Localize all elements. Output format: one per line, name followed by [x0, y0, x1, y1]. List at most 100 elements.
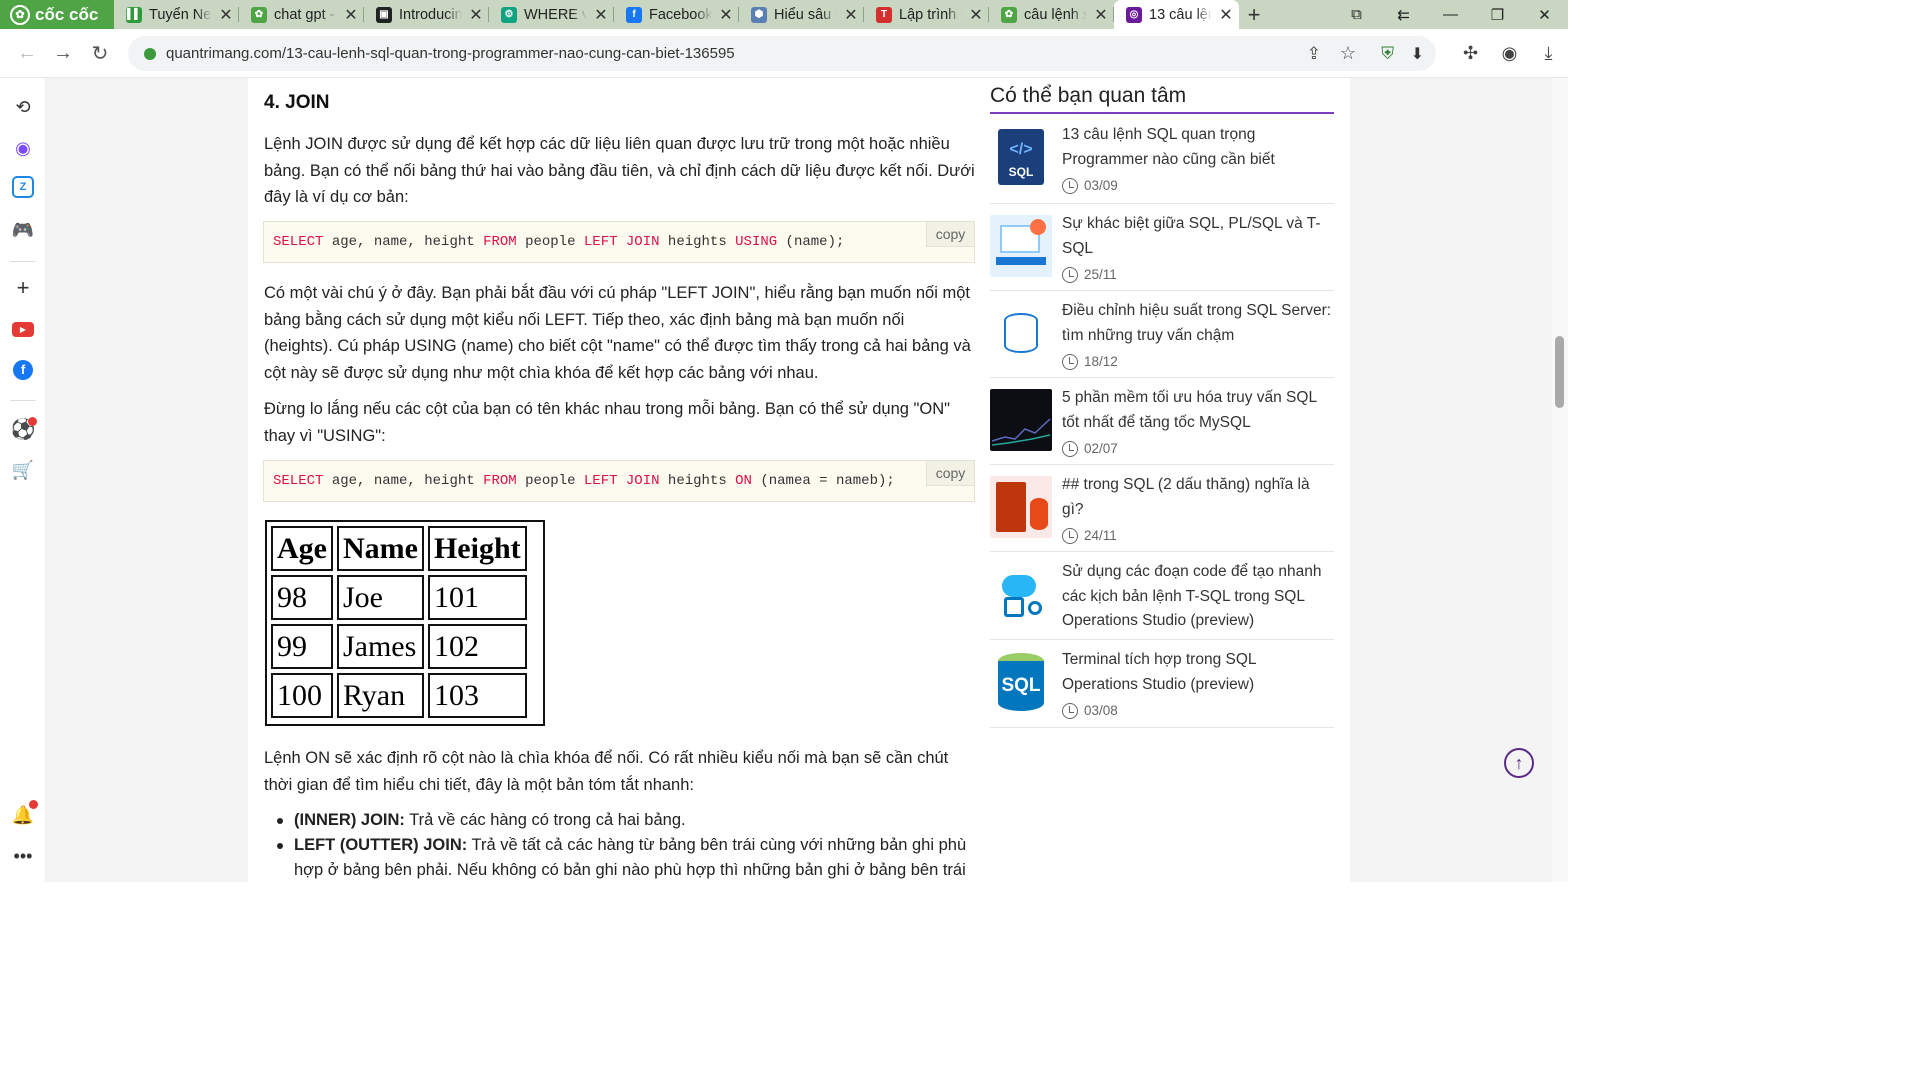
youtube-icon[interactable]: ▶: [10, 316, 36, 342]
paragraph: Lệnh JOIN được sử dụng để kết hợp các dữ…: [264, 135, 975, 206]
coccoc-menu-button[interactable]: ✿ cốc cốc: [0, 0, 114, 29]
related-article[interactable]: </> SQL 13 câu lệnh SQL quan trọng Program…: [990, 115, 1334, 204]
related-article-title[interactable]: Sự khác biệt giữa SQL, PL/SQL và T-SQL: [1062, 212, 1334, 261]
address-bar[interactable]: quantrimang.com/13-cau-lenh-sql-quan-tro…: [128, 36, 1436, 71]
tab-close-icon[interactable]: ✕: [1219, 5, 1233, 25]
scrollbar-thumb[interactable]: [1555, 336, 1564, 408]
browser-tab[interactable]: ✿ câu lệnh s ✕: [989, 0, 1114, 29]
scrollbar-track[interactable]: [1552, 78, 1568, 882]
scroll-to-top-button[interactable]: ↑: [1504, 748, 1534, 778]
related-article-title[interactable]: 13 câu lệnh SQL quan trọng Programmer nà…: [1062, 123, 1334, 172]
browser-tab[interactable]: ▣ Introducin ✕: [364, 0, 489, 29]
notification-dot: [28, 417, 37, 426]
tab-favicon-icon: ✿: [251, 6, 267, 23]
paragraph: Đừng lo lắng nếu các cột của bạn có tên …: [264, 400, 950, 445]
related-thumbnail[interactable]: [990, 389, 1052, 451]
browser-tab[interactable]: ⬢ Hiểu sâu v ✕: [739, 0, 864, 29]
history-icon[interactable]: ⟲: [10, 94, 36, 120]
related-article-title[interactable]: 5 phần mềm tối ưu hóa truy vấn SQL tốt n…: [1062, 386, 1334, 435]
share-icon[interactable]: ⇪: [1307, 44, 1321, 64]
back-button[interactable]: ←: [9, 35, 45, 71]
more-icon[interactable]: •••: [10, 843, 36, 869]
table-header-cell: Age: [271, 526, 333, 571]
savior-download-icon[interactable]: ⬇: [1411, 44, 1424, 64]
browser-tab[interactable]: T Lập trình t ✕: [864, 0, 989, 29]
paragraph: Lệnh ON sẽ xác định rõ cột nào là chìa k…: [264, 749, 949, 794]
close-window-button[interactable]: ✕: [1521, 0, 1568, 29]
tab-favicon-icon: ▣: [376, 6, 392, 23]
tab-favicon-icon: ⬢: [751, 6, 767, 23]
related-title: Có thể bạn quan tâm: [990, 84, 1187, 107]
code-block: SELECT age, name, height FROM people LEF…: [263, 221, 975, 263]
related-article-title[interactable]: Điều chỉnh hiệu suất trong SQL Server: t…: [1062, 299, 1334, 348]
table-cell: 102: [427, 624, 527, 669]
reload-button[interactable]: ↻: [82, 35, 118, 71]
tab-close-icon[interactable]: ✕: [969, 5, 983, 25]
tab-strip: ✿ cốc cốc ▌▌ Tuyển Nes ✕ ✿ chat gpt - ✕ ▣ Intro…: [0, 0, 1568, 29]
tab-close-icon[interactable]: ✕: [1094, 5, 1108, 25]
browser-tab[interactable]: ◎ 13 câu lện ✕: [1114, 0, 1239, 29]
screenshot-icon[interactable]: ⧉: [1333, 0, 1380, 29]
secure-site-icon[interactable]: [144, 47, 156, 60]
related-article-date: 03/09: [1084, 178, 1118, 193]
related-thumbnail[interactable]: [990, 476, 1052, 538]
related-article[interactable]: SQL Terminal tích hợp trong SQL Operation…: [990, 640, 1334, 728]
maximize-button[interactable]: ❐: [1474, 0, 1521, 29]
tab-close-icon[interactable]: ✕: [344, 5, 358, 25]
related-thumbnail[interactable]: [990, 215, 1052, 277]
related-thumbnail[interactable]: </> SQL: [990, 126, 1052, 188]
related-article[interactable]: ## trong SQL (2 dấu thăng) nghĩa là gì? 2…: [990, 465, 1334, 552]
table-cell: James: [336, 624, 424, 669]
related-thumbnail[interactable]: [990, 563, 1052, 625]
forward-button[interactable]: →: [45, 35, 81, 71]
tab-close-icon[interactable]: ✕: [844, 5, 858, 25]
related-article[interactable]: Sử dụng các đoạn code để tạo nhanh các k…: [990, 552, 1334, 640]
clock-icon: [1062, 703, 1078, 720]
downloads-icon[interactable]: ⤓: [1529, 43, 1568, 64]
zalo-icon[interactable]: Z: [12, 176, 34, 198]
browser-tab[interactable]: ✿ chat gpt - ✕: [239, 0, 364, 29]
related-article-title[interactable]: Sử dụng các đoạn code để tạo nhanh các k…: [1062, 560, 1334, 634]
copy-code-button[interactable]: copy: [926, 222, 974, 247]
tab-close-icon[interactable]: ✕: [594, 5, 608, 25]
add-sidebar-icon[interactable]: +: [10, 275, 36, 301]
related-thumbnail[interactable]: [990, 302, 1052, 364]
adblock-shield-icon[interactable]: ⛨: [1381, 44, 1394, 64]
table-row: 99 James 102: [271, 624, 527, 669]
list-item-term: (INNER) JOIN:: [294, 811, 405, 829]
messenger-icon[interactable]: ◉: [10, 135, 36, 161]
related-article-title[interactable]: Terminal tích hợp trong SQL Operations S…: [1062, 648, 1334, 697]
browser-tab[interactable]: f Facebook ✕: [614, 0, 739, 29]
related-article-title[interactable]: ## trong SQL (2 dấu thăng) nghĩa là gì?: [1062, 473, 1334, 522]
bookmark-star-icon[interactable]: ☆: [1340, 43, 1356, 64]
facebook-icon[interactable]: f: [10, 357, 36, 383]
browser-tab[interactable]: ▌▌ Tuyển Nes ✕: [114, 0, 239, 29]
related-article[interactable]: 5 phần mềm tối ưu hóa truy vấn SQL tốt n…: [990, 378, 1334, 465]
shopping-icon[interactable]: 🛒: [10, 457, 36, 483]
tab-close-icon[interactable]: ✕: [219, 5, 233, 25]
tab-close-icon[interactable]: ✕: [719, 5, 733, 25]
clock-icon: [1062, 267, 1078, 284]
list-item-text: Trả về các hàng có trong cả hai bảng.: [404, 811, 686, 829]
sidebar-divider: [10, 261, 36, 262]
related-article[interactable]: Điều chỉnh hiệu suất trong SQL Server: t…: [990, 291, 1334, 378]
related-thumbnail[interactable]: SQL: [990, 651, 1052, 713]
related-title-underline: [990, 112, 1334, 114]
section-heading: 4. JOIN: [264, 92, 330, 113]
new-tab-button[interactable]: +: [1239, 0, 1269, 29]
table-row: 98 Joe 101: [271, 575, 527, 620]
game-controller-icon[interactable]: 🎮: [10, 217, 36, 243]
list-item: LEFT (OUTTER) JOIN: Trả về tất cả các hà…: [272, 833, 976, 883]
browser-tab[interactable]: ⚙ WHERE vs ✕: [489, 0, 614, 29]
minimize-button[interactable]: —: [1427, 0, 1474, 29]
tab-favicon-icon: ⚙: [501, 6, 517, 23]
list-item-term: LEFT (OUTTER) JOIN:: [294, 836, 468, 854]
related-article[interactable]: Sự khác biệt giữa SQL, PL/SQL và T-SQL 25…: [990, 204, 1334, 291]
tab-close-icon[interactable]: ✕: [469, 5, 483, 25]
tab-search-icon[interactable]: ⇇: [1380, 0, 1427, 29]
left-sidebar: ⟲ ◉ Z 🎮 + ▶ f ⚽ 🛒 🔔 •••: [0, 78, 46, 882]
copy-code-button[interactable]: copy: [926, 461, 974, 486]
extensions-icon[interactable]: ✣: [1451, 43, 1490, 64]
tab-title: Tuyển Nes: [149, 6, 212, 23]
profile-icon[interactable]: ◉: [1490, 43, 1529, 64]
